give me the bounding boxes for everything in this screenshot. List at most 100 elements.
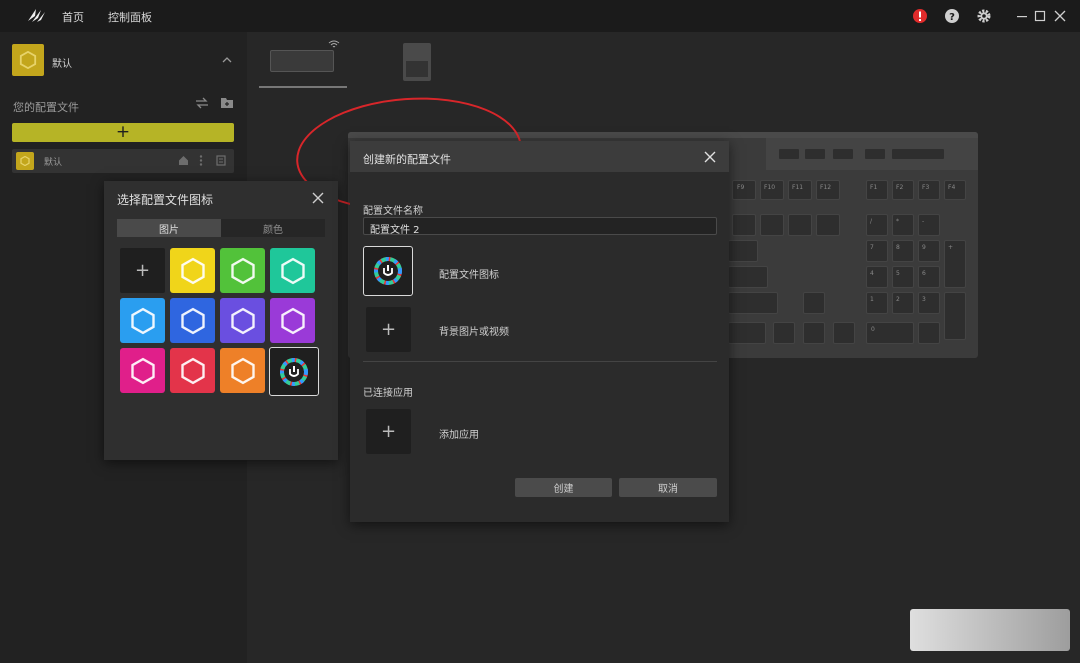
hexagon-icon: [19, 51, 37, 69]
color-icon-tile[interactable]: [270, 248, 315, 293]
color-icon-tile[interactable]: [170, 348, 215, 393]
cancel-button[interactable]: 取消: [619, 478, 717, 497]
keyboard-key: [918, 322, 940, 344]
key-label: 8: [896, 244, 900, 251]
nav-dashboard[interactable]: 控制面板: [108, 9, 152, 25]
key-label: F12: [820, 184, 832, 191]
color-icon-tile[interactable]: [170, 248, 215, 293]
icon-picker-title: 选择配置文件图标: [117, 193, 214, 207]
add-profile-button[interactable]: +: [12, 123, 234, 142]
add-background-plus: +: [380, 319, 397, 340]
keyboard-key: [891, 148, 945, 160]
minimize-icon[interactable]: [1014, 8, 1030, 24]
keyboard-key: 1: [866, 292, 888, 314]
key-label: F2: [896, 184, 904, 191]
hexagon-icon: [130, 307, 155, 334]
device-memory-icon[interactable]: [216, 155, 226, 166]
color-icon-tile[interactable]: [270, 298, 315, 343]
key-label: F11: [792, 184, 804, 191]
keyboard-key: 2: [892, 292, 914, 314]
key-label: 3: [922, 296, 926, 303]
tab-images-label: 图片: [159, 224, 179, 236]
keyboard-key: [788, 214, 812, 236]
create-profile-dialog: 创建新的配置文件 配置文件名称 配置文件 2 配置文件图标 + 背景图片或视频 …: [350, 141, 729, 522]
watermark: [910, 609, 1070, 651]
add-app-tile[interactable]: +: [366, 409, 411, 454]
keyboard-key: +: [944, 240, 966, 288]
key-label: 6: [922, 270, 926, 277]
maximize-icon[interactable]: [1032, 8, 1048, 24]
help-icon[interactable]: ?: [944, 8, 960, 24]
color-icon-tile[interactable]: [120, 348, 165, 393]
keyboard-key: [773, 322, 795, 344]
key-label: F3: [922, 184, 930, 191]
keyboard-key: [728, 240, 758, 262]
keyboard-key: -: [918, 214, 940, 236]
profile-list-label: 默认: [44, 158, 63, 168]
chevron-up-icon[interactable]: [221, 55, 233, 65]
dongle-thumbnail-detail: [406, 61, 428, 77]
profile-list-icon: [16, 152, 34, 170]
key-label: 1: [870, 296, 874, 303]
settings-gear-icon[interactable]: [976, 8, 992, 24]
tab-images[interactable]: 图片: [117, 219, 221, 237]
key-label: F1: [870, 184, 878, 191]
keyboard-key: [728, 322, 766, 344]
hexagon-icon: [180, 307, 205, 334]
keyboard-key: F3: [918, 180, 940, 200]
keyboard-key: F10: [760, 180, 784, 200]
current-profile-header[interactable]: 默认: [0, 32, 247, 88]
new-folder-icon[interactable]: [220, 96, 234, 109]
add-app-plus: +: [380, 421, 397, 442]
key-label: F9: [737, 184, 745, 191]
keyboard-key: [833, 322, 855, 344]
device-tab-dongle[interactable]: [403, 43, 431, 81]
nav-home[interactable]: 首页: [62, 9, 84, 25]
profile-icon-selector[interactable]: [363, 246, 413, 296]
close-icon[interactable]: [703, 150, 717, 164]
icue-logo-tile[interactable]: [269, 347, 319, 396]
keyboard-key: 0: [866, 322, 914, 344]
profile-icon-label: 配置文件图标: [439, 270, 499, 281]
more-options-icon[interactable]: [199, 155, 203, 166]
add-icon-tile[interactable]: +: [120, 248, 165, 293]
create-button[interactable]: 创建: [515, 478, 612, 497]
profile-name-input[interactable]: 配置文件 2: [363, 217, 717, 236]
keyboard-key: F4: [944, 180, 966, 200]
keyboard-key: 6: [918, 266, 940, 288]
close-icon[interactable]: [311, 191, 325, 205]
key-label: F10: [764, 184, 776, 191]
tab-colors-label: 颜色: [263, 224, 283, 236]
hexagon-icon: [20, 156, 30, 166]
keyboard-key: [728, 292, 778, 314]
profiles-section-title: 您的配置文件: [13, 101, 79, 114]
current-profile-name: 默认: [52, 59, 72, 70]
color-icon-tile[interactable]: [120, 298, 165, 343]
color-icon-tile[interactable]: [220, 298, 265, 343]
create-button-label: 创建: [553, 484, 574, 495]
add-app-label: 添加应用: [439, 430, 479, 441]
profile-list-item[interactable]: 默认: [12, 149, 234, 173]
color-icon-tile[interactable]: [170, 298, 215, 343]
icue-logo-icon: [280, 357, 308, 386]
keyboard-key: [732, 214, 756, 236]
device-tab-keyboard[interactable]: [268, 40, 340, 80]
color-icon-tile[interactable]: [220, 248, 265, 293]
icue-logo-icon: [374, 257, 402, 285]
background-label: 背景图片或视频: [439, 327, 509, 338]
add-background-tile[interactable]: +: [366, 307, 411, 352]
color-icon-tile[interactable]: [220, 348, 265, 393]
keyboard-key: 3: [918, 292, 940, 314]
keyboard-key: F11: [788, 180, 812, 200]
key-label: -: [922, 218, 925, 225]
corsair-logo-icon: [28, 9, 45, 22]
keyboard-key: [804, 148, 826, 160]
home-icon[interactable]: [178, 155, 189, 166]
tab-colors[interactable]: 颜色: [221, 219, 325, 237]
alert-icon[interactable]: [912, 8, 928, 24]
import-export-icon[interactable]: [195, 97, 209, 109]
key-label: 5: [896, 270, 900, 277]
keyboard-key: F9: [732, 180, 756, 200]
hexagon-icon: [180, 357, 205, 384]
close-window-icon[interactable]: [1052, 8, 1068, 24]
